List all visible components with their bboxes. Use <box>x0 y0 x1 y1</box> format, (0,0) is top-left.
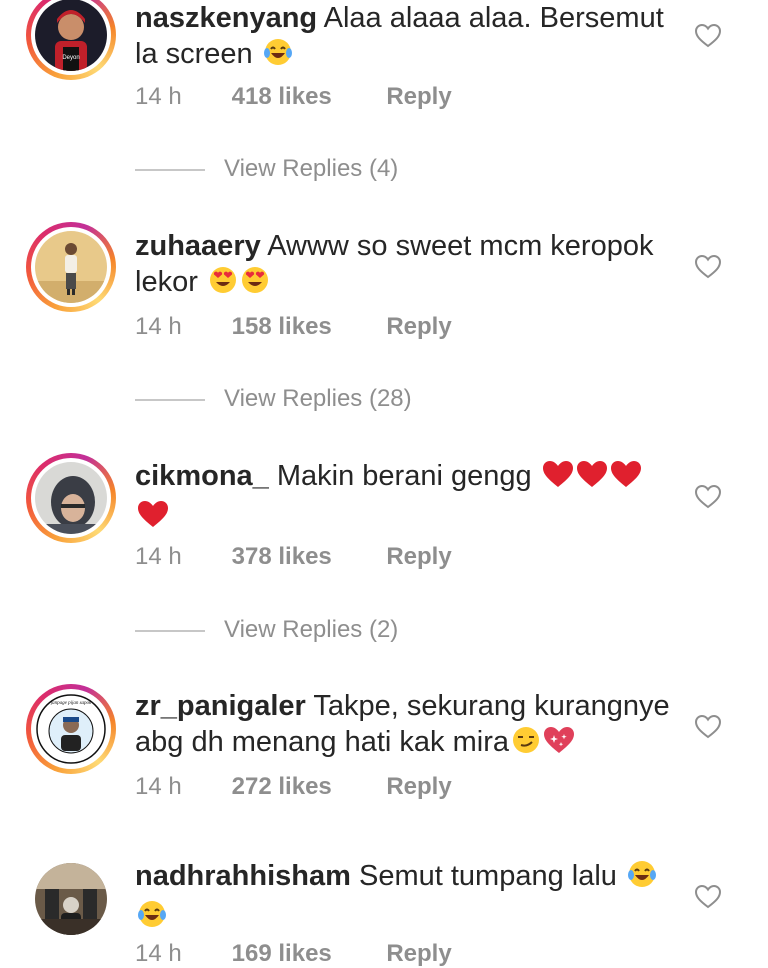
comment-likes[interactable]: 169 likes <box>232 940 380 968</box>
comment-meta: 14 h 158 likes Reply <box>135 313 452 341</box>
comment-meta: 14 h 272 likes Reply <box>135 773 452 801</box>
comment-meta: 14 h 378 likes Reply <box>135 543 452 571</box>
comment-meta: 14 h 169 likes Reply <box>135 940 452 968</box>
smirk-emoji <box>511 725 541 764</box>
comment-meta: 14 h 418 likes Reply <box>135 83 452 111</box>
laughing-tears-emoji <box>263 37 293 76</box>
sparkling-heart-emoji <box>543 725 575 764</box>
like-heart-icon[interactable] <box>694 253 722 281</box>
comment-time: 14 h <box>135 940 182 967</box>
comment-time: 14 h <box>135 313 182 340</box>
comment-time: 14 h <box>135 543 182 570</box>
avatar-story-ring[interactable]: Deyon <box>26 0 116 80</box>
view-replies-label: View Replies (4) <box>224 155 399 182</box>
comment-likes[interactable]: 158 likes <box>232 313 380 341</box>
avatar-story-ring[interactable] <box>26 222 116 312</box>
view-replies-label: View Replies (28) <box>224 385 412 412</box>
view-replies-label: View Replies (2) <box>224 616 399 643</box>
like-heart-icon[interactable] <box>694 22 722 50</box>
comment-username[interactable]: zuhaaery <box>135 230 261 262</box>
avatar-label: Deyon <box>62 55 79 61</box>
avatar-label: fanpage pijan sapok <box>51 701 92 706</box>
avatar-story-ring[interactable] <box>26 854 116 944</box>
comment-time: 14 h <box>135 83 182 110</box>
comment-body: Makin berani gengg <box>276 460 532 492</box>
avatar-story-ring[interactable]: fanpage pijan sapok <box>26 684 116 774</box>
comment-text: naszkenyang Alaa alaaa alaa. Bersemut la… <box>135 0 675 76</box>
like-heart-icon[interactable] <box>694 883 722 911</box>
heart-eyes-emoji <box>208 265 238 304</box>
avatar-story-ring[interactable] <box>26 453 116 543</box>
avatar[interactable] <box>35 863 107 935</box>
red-heart-emoji <box>576 459 608 498</box>
comment-body: Semut tumpang lalu <box>359 860 617 892</box>
comment-time: 14 h <box>135 773 182 800</box>
avatar[interactable] <box>35 462 107 534</box>
comment-text: cikmona_ Makin berani gengg <box>135 458 675 538</box>
red-heart-emoji <box>542 459 574 498</box>
comment-text: zuhaaery Awww so sweet mcm keropok lekor <box>135 228 675 304</box>
comment-likes[interactable]: 378 likes <box>232 543 380 571</box>
comment-username[interactable]: cikmona_ <box>135 460 269 492</box>
divider <box>135 399 205 401</box>
avatar[interactable]: Deyon <box>35 0 107 71</box>
divider <box>135 169 205 171</box>
comment-likes[interactable]: 418 likes <box>232 83 380 111</box>
laughing-tears-emoji <box>137 899 167 938</box>
heart-eyes-emoji <box>240 265 270 304</box>
red-heart-emoji <box>610 459 642 498</box>
like-heart-icon[interactable] <box>694 483 722 511</box>
avatar[interactable]: fanpage pijan sapok <box>35 693 107 765</box>
reply-button[interactable]: Reply <box>386 543 451 571</box>
like-heart-icon[interactable] <box>694 713 722 741</box>
comment-username[interactable]: nadhrahhisham <box>135 860 351 892</box>
reply-button[interactable]: Reply <box>386 83 451 111</box>
reply-button[interactable]: Reply <box>386 940 451 968</box>
red-heart-emoji <box>137 499 169 538</box>
comment-username[interactable]: zr_panigaler <box>135 690 306 722</box>
reply-button[interactable]: Reply <box>386 313 451 341</box>
comment-text: nadhrahhisham Semut tumpang lalu <box>135 858 675 938</box>
divider <box>135 630 205 632</box>
avatar[interactable] <box>35 231 107 303</box>
reply-button[interactable]: Reply <box>386 773 451 801</box>
laughing-tears-emoji <box>627 859 657 898</box>
comment-text: zr_panigaler Takpe, sekurang kurangnye a… <box>135 688 675 764</box>
comment-likes[interactable]: 272 likes <box>232 773 380 801</box>
comment-username[interactable]: naszkenyang <box>135 2 317 34</box>
